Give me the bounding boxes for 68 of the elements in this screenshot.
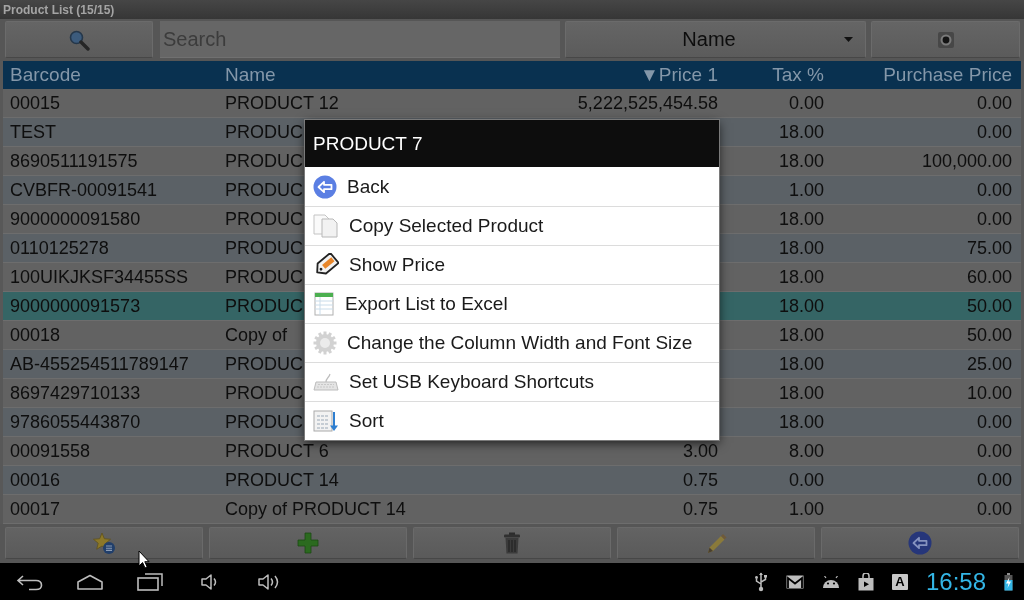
table-cell-text: 0.00 <box>976 122 1013 142</box>
table-cell-text: 8697429710133 <box>9 383 141 403</box>
table-cell-text: 00016 <box>9 470 61 490</box>
table-cell-text: 18.00 <box>778 354 825 374</box>
table-cell-text: PRODUC <box>224 122 303 142</box>
table-cell-text: 18.00 <box>778 267 825 287</box>
table-cell-text: 9000000091580 <box>9 209 141 229</box>
table-cell-text: 100,000.00 <box>921 151 1013 171</box>
table-cell-text: PRODUC <box>224 412 303 432</box>
table-cell-text: 60.00 <box>966 267 1013 287</box>
table-cell-text: 75.00 <box>966 238 1013 258</box>
table-cell-text: Copy of <box>224 325 288 345</box>
table-cell-text: 100UIKJKSF34455SS <box>9 267 189 287</box>
table-cell-text: PRODUC <box>224 209 303 229</box>
table-cell-text: 0.00 <box>976 93 1013 113</box>
table-cell-text: 18.00 <box>778 412 825 432</box>
table-cell-text: 0.00 <box>788 470 825 490</box>
table-cell-text: TEST <box>9 122 56 142</box>
table-cell-text: 0.00 <box>976 441 1013 461</box>
keyboard-indicator: A <box>891 573 908 590</box>
table-cell-text: 0.00 <box>976 470 1013 490</box>
table-cell-text: 9000000091573 <box>9 296 141 316</box>
table-cell-text: 00017 <box>9 499 61 519</box>
table-cell-text: Copy of PRODUCT 14 <box>224 499 406 519</box>
table-cell-text: 50.00 <box>966 325 1013 345</box>
table-cell-text: 0.75 <box>682 470 719 490</box>
table-cell-text: 0.75 <box>682 499 719 519</box>
table-cell-text: 0.00 <box>976 209 1013 229</box>
table-cell-text: 3.00 <box>682 441 719 461</box>
table-cell-text: PRODUCT 12 <box>224 93 339 113</box>
menu-title: PRODUCT 7 <box>305 120 719 167</box>
table-cell-text: 18.00 <box>778 122 825 142</box>
table-cell-text: PRODUC <box>224 296 303 316</box>
table-cell-text: 0.00 <box>976 412 1013 432</box>
table-cell-text: 5,222,525,454.58 <box>577 93 719 113</box>
table-cell-text: 18.00 <box>778 325 825 345</box>
table-cell-text: 8690511191575 <box>9 151 138 171</box>
table-cell-text: 1.00 <box>788 180 825 200</box>
clock: 16:58 <box>925 567 986 596</box>
table-cell-text: 00015 <box>9 93 61 113</box>
table-cell-text: 9786055443870 <box>9 412 141 432</box>
table-cell-text: PRODUC <box>224 354 303 374</box>
table-cell-text: 18.00 <box>778 238 825 258</box>
table-cell-text: 18.00 <box>778 383 825 403</box>
table-cell-text: PRODUC <box>224 151 303 171</box>
table-cell-text: 0.00 <box>976 499 1013 519</box>
table-cell-text: PRODUCT 14 <box>224 470 339 490</box>
table-cell-text: 18.00 <box>778 209 825 229</box>
table-cell-text: 18.00 <box>778 296 825 316</box>
table-cell-text: 25.00 <box>966 354 1013 374</box>
table-cell-text: AB-455254511789147 <box>9 354 189 374</box>
table-cell-text: PRODUC <box>224 383 303 403</box>
table-cell-text: 18.00 <box>778 151 825 171</box>
table-cell-text: 8.00 <box>788 441 825 461</box>
table-cell-text: 00091558 <box>9 441 91 461</box>
table-cell-text: PRODUC <box>224 238 303 258</box>
table-cell-text: CVBFR-00091541 <box>9 180 158 200</box>
table-cell-text: PRODUC <box>224 267 303 287</box>
table-cell-text: 1.00 <box>788 499 825 519</box>
table-cell-text: 50.00 <box>966 296 1013 316</box>
window-title: Product List (15/15) <box>3 2 115 17</box>
table-cell-text: PRODUC <box>224 180 303 200</box>
table-cell-text: 0.00 <box>976 180 1013 200</box>
table-cell-text: 10.00 <box>966 383 1013 403</box>
table-cell-text: 0110125278 <box>9 238 109 258</box>
table-cell-text: 0.00 <box>788 93 825 113</box>
table-cell-text: PRODUCT 6 <box>224 441 329 461</box>
table-cell-text: 00018 <box>9 325 61 345</box>
